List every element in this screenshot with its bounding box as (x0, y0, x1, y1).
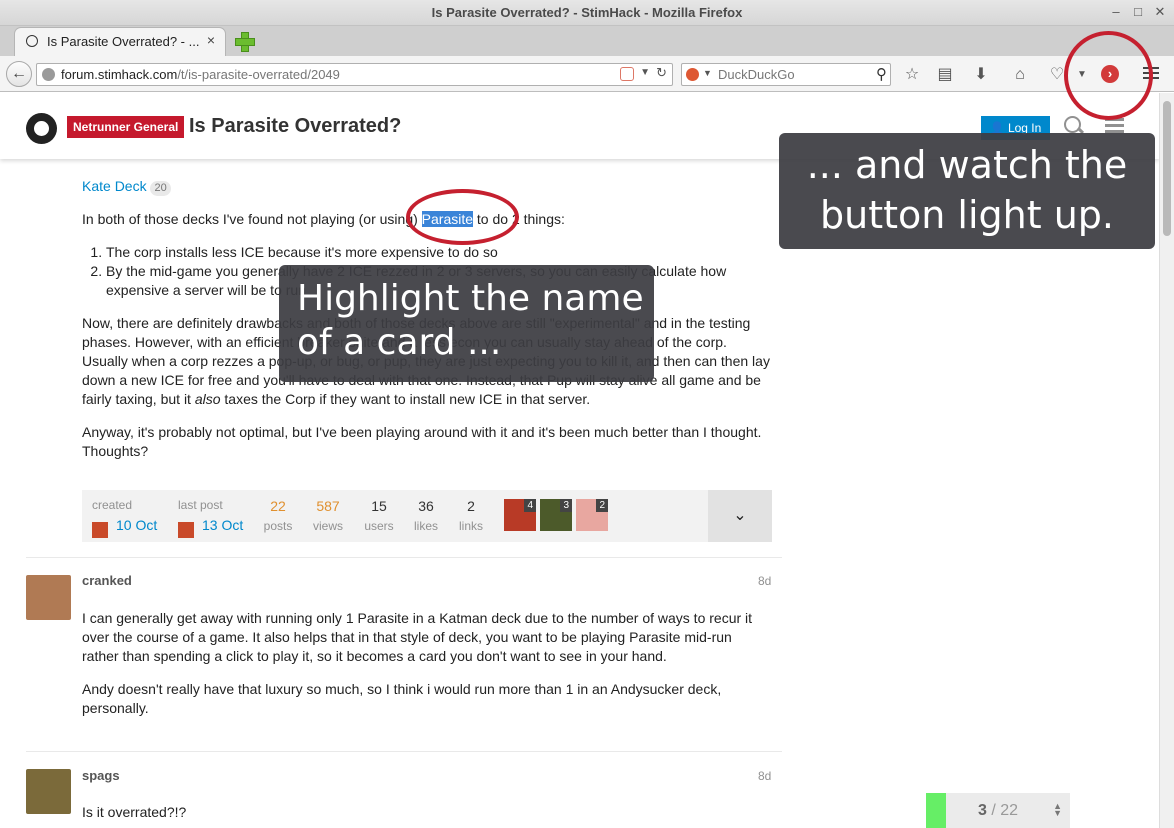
minimize-button[interactable]: – (1108, 4, 1124, 19)
browser-tab[interactable]: Is Parasite Overrated? - ... × (14, 27, 226, 56)
likes-stat: 36 likes (413, 498, 438, 533)
extension-highlight-ring (1064, 31, 1153, 120)
expand-topic-map-button[interactable]: ⌄ (708, 490, 772, 542)
search-input[interactable]: DuckDuckGo (718, 67, 795, 82)
topic-title[interactable]: Is Parasite Overrated? (189, 115, 401, 138)
top-poster-avatar[interactable]: 2 (576, 499, 608, 531)
list-item: The corp installs less ICE because it's … (106, 243, 772, 262)
search-engine-dropdown-icon[interactable]: ▼ (703, 68, 712, 78)
reading-list-icon[interactable]: ▤ (934, 64, 956, 86)
created-date[interactable]: 10 Oct (116, 517, 157, 533)
search-bar[interactable]: ▼ DuckDuckGo ⚲ (681, 63, 891, 86)
new-tab-plus-icon[interactable] (234, 31, 255, 52)
username[interactable]: spags (82, 768, 120, 783)
post-paragraph: Is it overrated?!? (82, 804, 187, 820)
views-stat: 587 views (312, 498, 343, 533)
creator-avatar[interactable] (92, 522, 108, 538)
links-stat: 2 links (458, 498, 483, 533)
home-icon[interactable]: ⌂ (1009, 64, 1031, 86)
created-stat: created 10 Oct (92, 498, 157, 538)
pocket-icon[interactable] (620, 67, 634, 81)
download-icon[interactable]: ⬇ (970, 64, 992, 86)
users-stat: 15 users (364, 498, 394, 533)
url-text[interactable]: forum.stimhack.com/t/is-parasite-overrat… (61, 67, 340, 82)
post-divider (26, 751, 782, 752)
card-name-highlight-ring (406, 189, 519, 245)
topic-map: created 10 Oct last post 13 Oct 22 posts … (82, 490, 772, 542)
posts-stat: 22 posts (263, 498, 293, 533)
last-post-date[interactable]: 13 Oct (202, 517, 243, 533)
last-post-stat: last post 13 Oct (178, 498, 243, 538)
link-click-count: 20 (150, 181, 171, 196)
address-bar[interactable]: forum.stimhack.com/t/is-parasite-overrat… (36, 63, 673, 86)
tab-strip: Is Parasite Overrated? - ... × (0, 26, 1174, 56)
last-poster-avatar[interactable] (178, 522, 194, 538)
avatar[interactable] (26, 769, 71, 814)
tab-label: Is Parasite Overrated? - ... (47, 34, 200, 49)
post-date[interactable]: 8d (758, 769, 771, 783)
tab-close-button[interactable]: × (207, 32, 215, 48)
url-host: forum.stimhack.com (61, 67, 178, 82)
deck-link[interactable]: Kate Deck (82, 178, 147, 194)
progress-label: 3 / 22 (977, 802, 1019, 819)
bookmark-star-icon[interactable]: ☆ (901, 64, 923, 86)
forum-menu-icon[interactable] (1105, 118, 1124, 134)
url-path: /t/is-parasite-overrated/2049 (177, 67, 340, 82)
duckduckgo-icon[interactable] (686, 68, 699, 81)
top-poster-avatar[interactable]: 4 (504, 499, 536, 531)
deck-link-line: Kate Deck 20 (82, 177, 772, 196)
post-paragraph: Andy doesn't really have that luxury so … (82, 681, 722, 716)
page-scrollbar[interactable] (1159, 93, 1174, 828)
progress-toggle-icon[interactable]: ▲ ▼ (1053, 802, 1062, 818)
post-divider (26, 557, 782, 558)
close-window-button[interactable]: ✕ (1152, 4, 1168, 20)
page-favicon-icon (26, 35, 38, 47)
forum-search-icon[interactable] (1063, 115, 1083, 135)
topic-progress[interactable]: 3 / 22 ▲ ▼ (926, 793, 1070, 828)
avatar[interactable] (26, 575, 71, 620)
search-icon[interactable]: ⚲ (876, 65, 887, 83)
scrollbar-thumb[interactable] (1163, 101, 1171, 236)
post-date[interactable]: 8d (758, 574, 771, 588)
back-arrow-icon[interactable]: ← (6, 61, 32, 87)
category-badge[interactable]: Netrunner General (67, 116, 185, 138)
username[interactable]: cranked (82, 573, 132, 588)
top-poster-avatar[interactable]: 3 (540, 499, 572, 531)
callout-highlight-card: Highlight the name of a card ... (279, 265, 654, 382)
window-title: Is Parasite Overrated? - StimHack - Mozi… (431, 5, 743, 20)
url-history-dropdown-icon[interactable]: ▼ (640, 67, 650, 78)
reload-icon[interactable]: ↻ (656, 65, 667, 81)
post-paragraph: Anyway, it's probably not optimal, but I… (82, 424, 762, 459)
callout-watch-button: ... and watch the button light up. (779, 133, 1155, 249)
window-titlebar: Is Parasite Overrated? - StimHack - Mozi… (0, 0, 1174, 26)
navigation-toolbar: ← forum.stimhack.com/t/is-parasite-overr… (0, 56, 1174, 92)
post-paragraph: I can generally get away with running on… (82, 610, 753, 664)
stimhack-logo[interactable] (26, 113, 57, 144)
maximize-button[interactable]: □ (1130, 4, 1146, 19)
site-identity-icon[interactable] (42, 68, 55, 81)
